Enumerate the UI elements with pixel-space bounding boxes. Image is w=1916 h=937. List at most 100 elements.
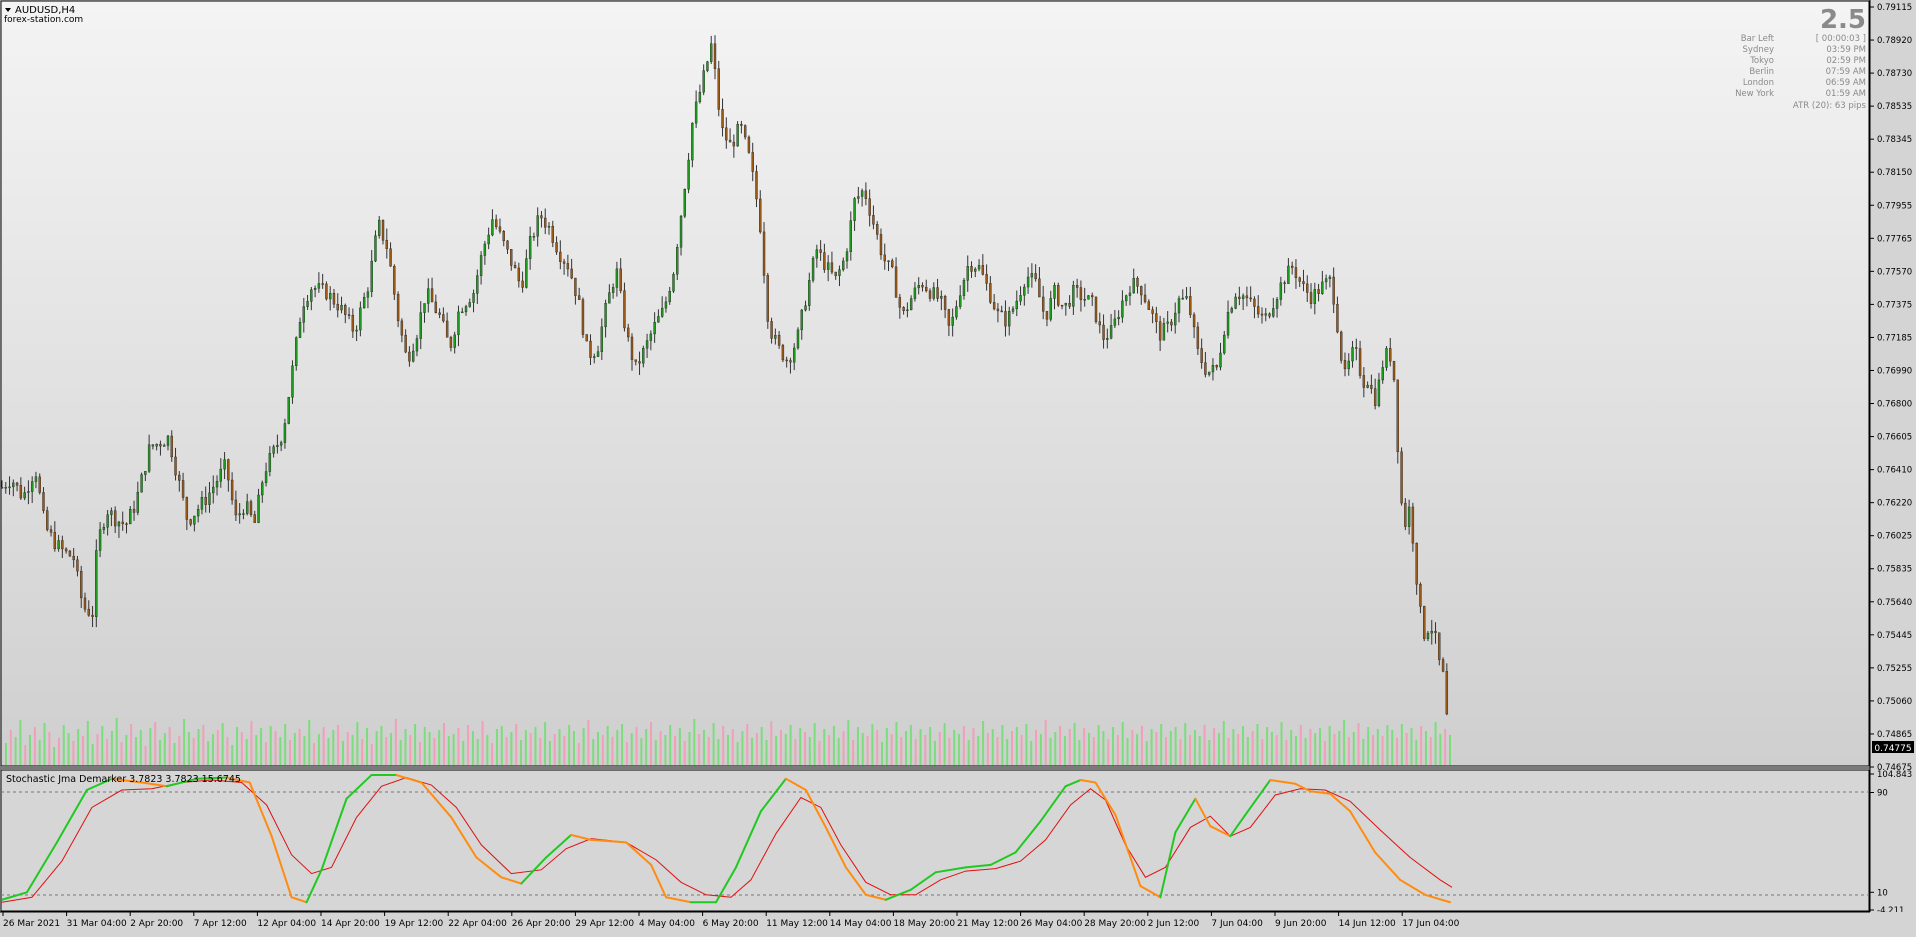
volume-bar [582, 728, 585, 765]
candle-body [1423, 606, 1426, 639]
candle-body [1053, 285, 1056, 299]
volume-bar [760, 727, 763, 765]
candle-body [891, 260, 894, 268]
volume-bar [19, 720, 22, 765]
volume-bar [1280, 722, 1283, 765]
volume-bar [1410, 728, 1413, 765]
candle-body [423, 303, 426, 313]
candle-body [1445, 671, 1449, 715]
candle-body [347, 314, 351, 316]
candle-body [1140, 286, 1143, 296]
time-axis[interactable]: 26 Mar 2021 31 Mar 04:00 2 Apr 20:00 7 Apr … [0, 911, 1916, 933]
volume-bar [1054, 732, 1057, 765]
indicator-pane[interactable] [0, 769, 1870, 912]
candle-body [129, 508, 132, 525]
candle-body [559, 251, 562, 262]
volume-bar [1275, 735, 1278, 765]
candle-body [872, 215, 875, 225]
volume-bar [1232, 729, 1235, 765]
volume-bar [664, 735, 667, 765]
candle-body [1155, 313, 1158, 322]
candle-body [415, 338, 419, 352]
chart-canvas[interactable]: 0.79115 0.78920 0.78730 0.78535 0.78345 0.781… [0, 0, 1916, 933]
candle-body [1279, 282, 1283, 300]
candle-body [1373, 388, 1377, 406]
candle-body [887, 260, 890, 262]
symbol-header[interactable]: AUDUSD,H4 forex-station.com [4, 5, 83, 25]
candle-body [332, 292, 336, 305]
candle-body [849, 220, 852, 252]
price-pane[interactable] [0, 0, 1870, 767]
volume-bar [996, 737, 999, 765]
candle-body [204, 497, 207, 505]
volume-bar [202, 725, 205, 765]
volume-bar [736, 742, 739, 765]
candle-body [159, 443, 162, 447]
candle-body [1038, 278, 1041, 298]
time-tick-label: 7 Jun 04:00 [1211, 919, 1263, 929]
price-tick-label: 0.76410 [1877, 466, 1912, 476]
candle-body [819, 249, 822, 253]
volume-bar [1001, 725, 1004, 765]
time-tick-label: 26 Mar 2021 [3, 919, 60, 929]
time-tick-label: 14 Jun 12:00 [1339, 919, 1396, 929]
volume-bar [226, 737, 229, 765]
candle-body [1238, 296, 1241, 300]
volume-bar [895, 722, 898, 765]
candle-body [313, 288, 317, 290]
volume-bar [207, 741, 210, 765]
candle-body [208, 492, 211, 505]
candle-body [1023, 286, 1026, 296]
candle-body [868, 198, 871, 216]
candle-body [1404, 502, 1407, 527]
candle-body [600, 326, 604, 352]
volume-bar [544, 722, 547, 765]
volume-bar [351, 735, 354, 765]
volume-bar [1444, 729, 1447, 765]
volume-bar [1131, 730, 1134, 765]
volume-bar [428, 732, 431, 765]
candle-body [279, 442, 283, 446]
session-label: Bar Left [1741, 34, 1775, 44]
candle-body [295, 337, 298, 367]
volume-bar [29, 735, 32, 765]
candle-body [310, 289, 313, 302]
volume-bar [467, 725, 470, 765]
pane-separator[interactable] [0, 766, 1916, 770]
candle-body [1351, 347, 1354, 362]
candle-body [1434, 630, 1437, 633]
volume-bar [125, 735, 128, 765]
volume-bar [86, 721, 89, 765]
volume-bar [1059, 726, 1062, 765]
candle-body [1317, 289, 1320, 294]
volume-bar [134, 737, 137, 765]
candle-body [1283, 282, 1286, 284]
candle-body [596, 351, 600, 357]
volume-bar [173, 743, 176, 765]
candle-body [1419, 584, 1422, 607]
volume-bar [495, 729, 498, 765]
volume-bar [9, 730, 12, 765]
candle-body [227, 459, 230, 481]
candle-body [291, 365, 294, 398]
volume-bar [1030, 741, 1033, 765]
candle-body [717, 68, 720, 110]
volume-bar [1261, 739, 1264, 765]
volume-bar [986, 733, 989, 765]
time-tick-label: 11 May 12:00 [766, 919, 828, 929]
volume-bar [240, 732, 243, 765]
volume-bar [1424, 731, 1427, 765]
volume-bar [1035, 730, 1038, 765]
candle-body [943, 296, 947, 310]
candle-body [491, 219, 494, 236]
candle-body [1192, 314, 1196, 328]
candle-body [219, 468, 223, 482]
candle-body [155, 443, 158, 447]
candle-body [49, 529, 53, 533]
candle-body [1181, 297, 1184, 300]
candle-body [1347, 360, 1350, 370]
candle-body [974, 268, 977, 272]
candle-body [547, 225, 551, 228]
volume-bar [722, 726, 725, 765]
candle-body [125, 523, 128, 525]
